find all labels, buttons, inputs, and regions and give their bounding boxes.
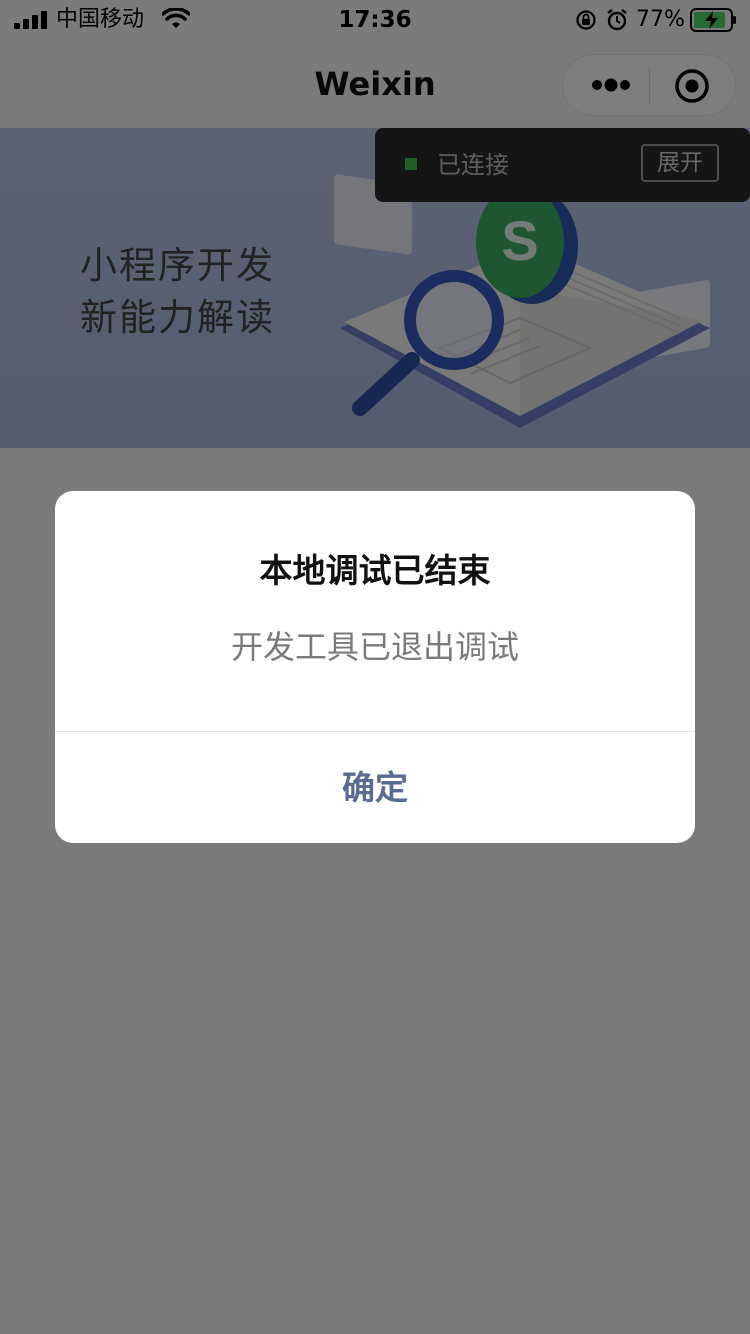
dialog-message: 开发工具已退出调试 (230, 628, 519, 666)
dialog-title: 本地调试已结束 (259, 551, 491, 590)
confirm-button[interactable]: 确定 (55, 732, 695, 843)
app-screen: 中国移动 17:36 77% Weixin (0, 0, 750, 1334)
modal-dialog: 本地调试已结束 开发工具已退出调试 确定 (55, 491, 695, 843)
